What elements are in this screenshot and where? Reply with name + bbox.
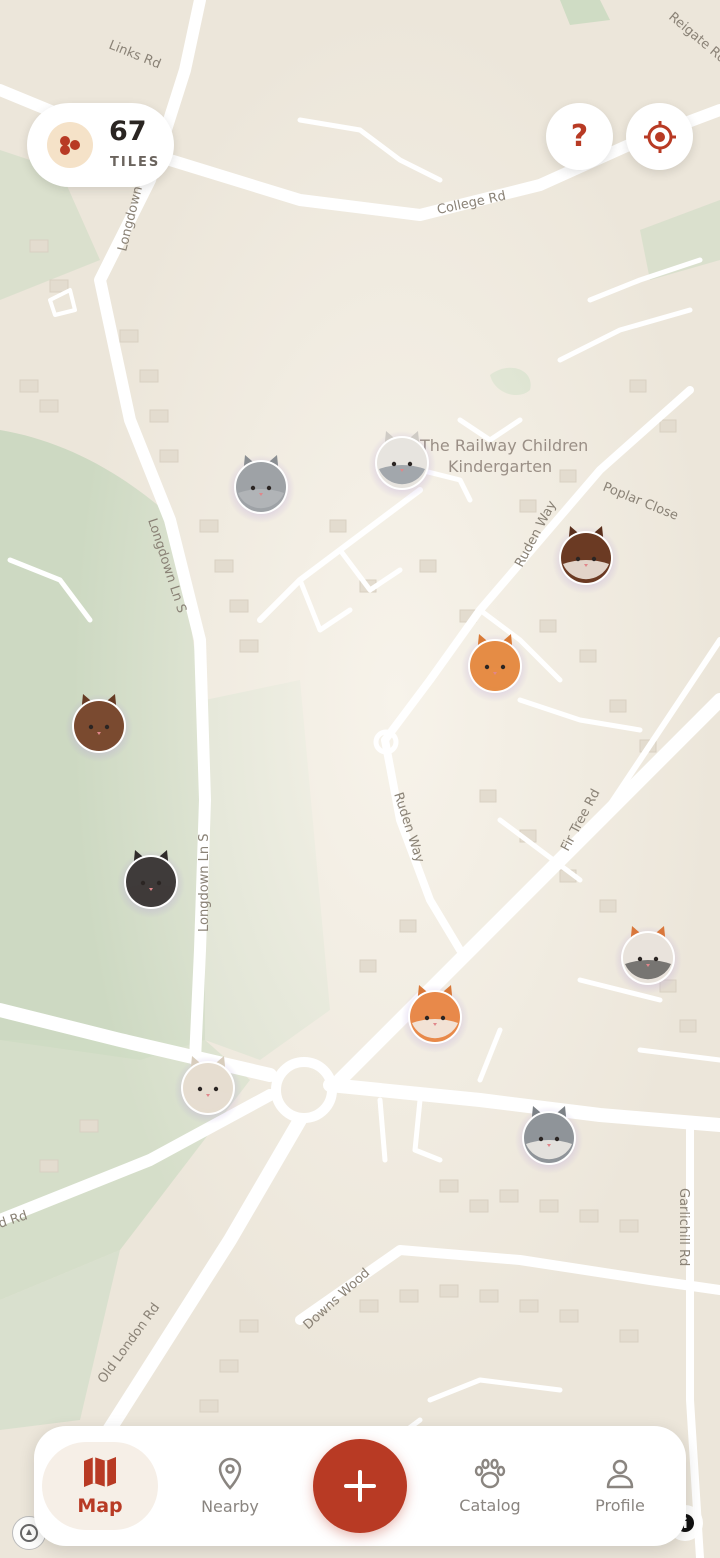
map-poi-railway-children-line2: Kindergarten [448,457,552,476]
cat-face-icon [515,1106,583,1174]
paw-icon [474,1458,506,1488]
map-label-garlichill-rd: Garlichill Rd [676,1188,691,1266]
person-icon [606,1459,634,1488]
nav-tab-label: Catalog [459,1495,521,1515]
cat-marker-black[interactable] [111,840,191,920]
cat-face-icon [227,455,295,523]
nav-tab-label: Profile [595,1495,645,1515]
cat-marker-cream[interactable] [168,1046,248,1126]
cat-face-icon [174,1056,242,1124]
nav-tab-profile[interactable]: Profile [562,1442,678,1530]
bottom-navigation: Map Nearby Catalog Profile [34,1426,686,1546]
tiles-count: 67 [109,116,147,147]
crosshair-icon [643,120,676,153]
nav-tab-label: Map [77,1495,123,1517]
locate-me-button[interactable] [626,103,693,170]
location-pin-icon [218,1457,242,1490]
cat-face-icon [461,634,529,702]
cat-marker-grey-white[interactable] [509,1096,589,1176]
cat-marker-orange-tabby[interactable] [455,624,535,704]
tiles-cluster-icon [47,122,93,168]
cat-face-icon [401,985,469,1053]
cat-marker-orange-white[interactable] [395,975,475,1055]
cat-marker-calico-brown[interactable] [546,516,626,596]
question-mark-icon: ? [570,119,589,154]
cat-face-icon [614,926,682,994]
map-icon [84,1457,116,1487]
map-label-longdown-ln-s-low: Longdown Ln S [197,833,212,932]
cat-marker-white-grey[interactable] [362,421,442,501]
map-poi-railway-children-line1: The Railway Children [419,436,588,455]
help-button[interactable]: ? [546,103,613,170]
tiles-counter-badge[interactable]: 67 TILES [27,103,174,187]
cat-face-icon [368,431,436,499]
cat-marker-calico-white[interactable] [608,916,688,996]
add-button[interactable] [313,1439,407,1533]
plus-icon [344,1470,376,1502]
cat-face-icon [65,694,133,762]
nav-tab-label: Nearby [201,1496,259,1516]
nav-tab-catalog[interactable]: Catalog [432,1442,548,1530]
cat-face-icon [117,850,185,918]
nav-tab-map[interactable]: Map [42,1442,158,1530]
cat-marker-grey-tabby[interactable] [221,445,301,525]
cat-face-icon [552,526,620,594]
cat-marker-brown-tabby[interactable] [59,684,139,764]
map-canvas[interactable]: Links Rd Reigate Rd College Rd Longdown … [0,0,720,1558]
tiles-label: TILES [110,155,161,170]
nav-tab-nearby[interactable]: Nearby [172,1442,288,1530]
